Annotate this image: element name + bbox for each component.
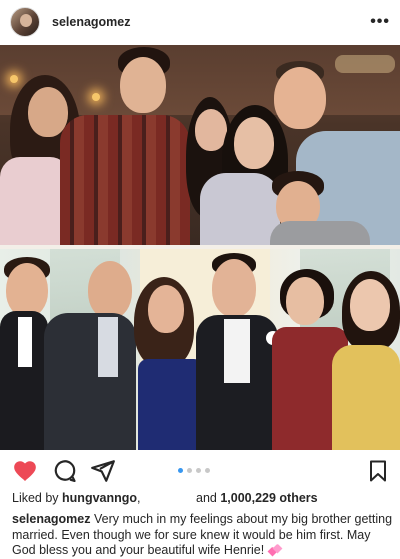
carousel-dot bbox=[178, 468, 183, 473]
carousel-dot bbox=[187, 468, 192, 473]
carousel-dot bbox=[205, 468, 210, 473]
avatar[interactable] bbox=[10, 7, 40, 37]
liked-by-user[interactable]: hungvanngo bbox=[62, 491, 137, 505]
share-icon[interactable] bbox=[90, 458, 116, 484]
likes-and: and bbox=[196, 491, 221, 505]
carousel-indicator bbox=[178, 468, 210, 473]
likes-count: 1,000,229 others bbox=[220, 491, 318, 505]
carousel-dot bbox=[196, 468, 201, 473]
caption-author[interactable]: selenagomez bbox=[12, 512, 91, 526]
likes-prefix: Liked by bbox=[12, 491, 63, 505]
more-options-icon[interactable]: ••• bbox=[370, 13, 390, 31]
heart-filled-icon[interactable] bbox=[12, 458, 38, 484]
photo-bottom-image bbox=[0, 249, 400, 450]
likes-others[interactable]: and 1,000,229 others bbox=[196, 491, 318, 505]
caption: selenagomez Very much in my feelings abo… bbox=[12, 512, 394, 559]
post-photo[interactable] bbox=[0, 45, 400, 450]
header-username[interactable]: selenagomez bbox=[52, 15, 131, 29]
likes-separator: , bbox=[137, 491, 141, 505]
action-bar bbox=[0, 452, 400, 488]
comment-icon[interactable] bbox=[52, 458, 78, 484]
two-hearts-icon bbox=[267, 543, 283, 557]
bookmark-icon[interactable] bbox=[366, 458, 392, 484]
likes-line: Liked by hungvanngo, and 1,000,229 other… bbox=[12, 491, 392, 505]
post-header: selenagomez ••• bbox=[0, 0, 400, 44]
photo-top-image bbox=[0, 45, 400, 245]
